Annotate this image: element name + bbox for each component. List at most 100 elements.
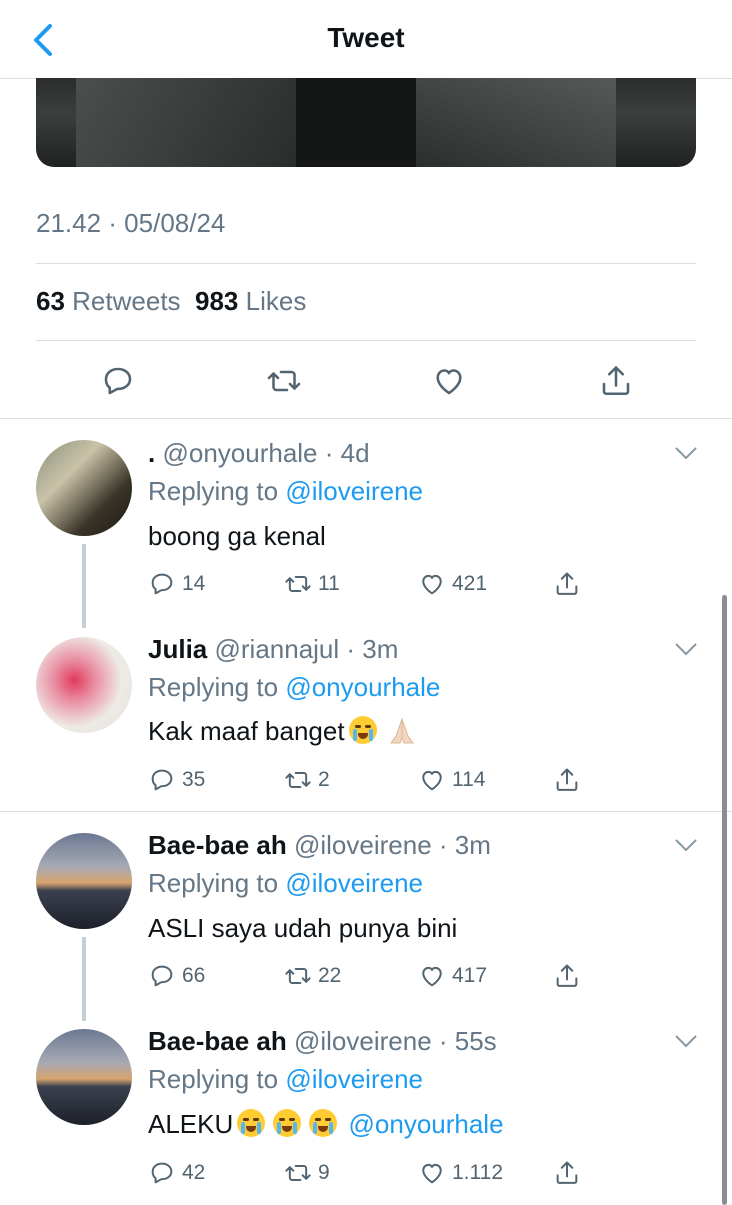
handle[interactable]: @onyourhale [162,438,317,468]
retweets-stat[interactable]: 63 Retweets [36,286,181,316]
top-bar: Tweet [0,0,732,79]
handle[interactable]: @iloveirene [294,830,432,860]
replying-to: Replying to @iloveirene [148,868,423,898]
tweet-action-bar [0,355,732,405]
divider [36,340,696,341]
reply-header: . @onyourhale · 4d [148,438,370,468]
like-count: 421 [452,572,488,595]
reply-icon [151,573,173,595]
divider [0,811,732,812]
reply-time: 4d [340,438,370,468]
reply-count: 14 [182,572,206,595]
reply-icon[interactable] [100,363,136,399]
retweet-icon [285,576,311,592]
reply-header: Bae-bae ah @iloveirene · 3m [148,830,491,860]
avatar[interactable] [36,637,132,733]
reply-button[interactable]: 14 [148,569,205,599]
retweet-icon [285,772,311,788]
avatar[interactable] [36,440,132,536]
reply-count: 66 [182,964,206,987]
like-icon [422,770,442,791]
thread-line [82,544,86,628]
reply-count: 35 [182,768,206,791]
like-button[interactable]: 421 [418,569,487,599]
tweet-timestamp: 21.42 · 05/08/24 [36,208,226,238]
divider [0,418,732,419]
retweet-count: 9 [318,1161,330,1184]
chevron-down-icon[interactable] [674,446,698,460]
share-button[interactable] [553,961,581,991]
retweet-button[interactable]: 11 [284,569,340,599]
loudly-crying-emoji [348,716,377,744]
display-name[interactable]: Bae-bae ah [148,1026,287,1056]
likes-stat[interactable]: 983 Likes [195,286,306,316]
reply-count: 42 [182,1161,206,1184]
retweet-icon [285,968,311,984]
divider [36,263,696,264]
scrollbar[interactable] [722,595,727,1205]
share-icon [556,768,578,791]
chevron-down-icon[interactable] [674,838,698,852]
loudly-crying-emoji [309,1109,338,1137]
reply-icon [151,769,173,791]
like-icon [422,966,442,987]
display-name[interactable]: Bae-bae ah [148,830,287,860]
replying-to: Replying to @iloveirene [148,476,423,506]
chevron-down-icon[interactable] [674,1034,698,1048]
reply-button[interactable]: 35 [148,765,205,795]
like-icon [422,574,442,595]
share-icon [556,964,578,987]
like-count: 417 [452,964,488,987]
reply-button[interactable]: 42 [148,1158,205,1188]
page-title: Tweet [327,22,405,53]
like-icon [422,1163,442,1184]
like-icon[interactable] [431,363,467,399]
loudly-crying-emoji [273,1109,302,1137]
like-count: 114 [452,768,486,791]
thread-line [82,937,86,1021]
retweet-count: 2 [318,768,330,791]
reply-text: ALEKU @onyourhale [148,1109,504,1139]
share-icon[interactable] [598,363,634,399]
retweet-button[interactable]: 2 [284,765,330,795]
reply-text: boong ga kenal [148,521,326,551]
mention-link[interactable]: @onyourhale [349,1109,504,1139]
reply-icon [151,1162,173,1184]
reply-header: Bae-bae ah @iloveirene · 55s [148,1026,497,1056]
share-icon [556,1161,578,1184]
share-button[interactable] [553,569,581,599]
handle[interactable]: @iloveirene [294,1026,432,1056]
replying-to-link[interactable]: @onyourhale [285,672,440,702]
retweet-button[interactable]: 9 [284,1158,330,1188]
reply-time: 55s [454,1026,497,1056]
avatar[interactable] [36,1029,132,1125]
folded-hands-emoji [389,717,414,744]
like-button[interactable]: 114 [418,765,485,795]
reply-icon [151,965,173,987]
avatar[interactable] [36,833,132,929]
like-button[interactable]: 417 [418,961,487,991]
share-icon [556,572,578,595]
retweet-icon [285,1165,311,1181]
retweet-icon[interactable] [266,363,302,399]
replying-to: Replying to @onyourhale [148,672,441,702]
chevron-down-icon[interactable] [674,642,698,656]
retweet-count: 11 [318,572,340,595]
share-button[interactable] [553,1158,581,1188]
reply-button[interactable]: 66 [148,961,205,991]
reply-header: Julia @riannajul · 3m [148,634,399,664]
share-button[interactable] [553,765,581,795]
tweet-stats: 63 Retweets 983 Likes [36,286,306,317]
display-name[interactable]: . [148,438,155,468]
reply-time: 3m [362,634,399,664]
replying-to-link[interactable]: @iloveirene [285,1064,423,1094]
retweet-button[interactable]: 22 [284,961,341,991]
replying-to-link[interactable]: @iloveirene [285,476,423,506]
like-button[interactable]: 1.112 [418,1158,503,1188]
tweet-media-image[interactable] [36,78,696,167]
retweet-count: 22 [318,964,342,987]
handle[interactable]: @riannajul [214,634,339,664]
replying-to-link[interactable]: @iloveirene [285,868,423,898]
display-name[interactable]: Julia [148,634,207,664]
reply-text: Kak maaf banget [148,716,417,747]
